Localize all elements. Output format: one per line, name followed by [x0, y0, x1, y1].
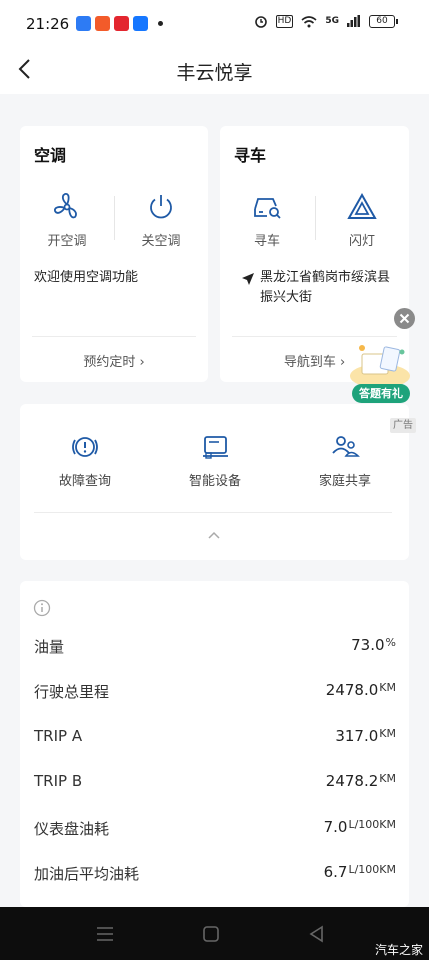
more-notifications-icon [158, 21, 163, 26]
family-icon [332, 436, 360, 457]
location-arrow-icon [242, 273, 254, 285]
app-notification-icon [95, 16, 110, 31]
divider [32, 336, 196, 337]
info-row-avg-consumption: 加油后平均油耗 6.7L/100KM [34, 859, 396, 887]
odometer-unit: KM [379, 681, 396, 694]
info-row-trip-b: TRIP B 2478.2KM [34, 768, 396, 796]
fuel-value: 73.0% [351, 636, 396, 654]
signal-icon [347, 15, 360, 27]
dash-consumption-number: 7.0 [323, 818, 348, 836]
dash-consumption-label: 仪表盘油耗 [34, 820, 110, 838]
status-bar: 21:26 HD 5G 60 [0, 0, 429, 48]
flash-lights-label: 闪灯 [348, 234, 375, 249]
find-car-button[interactable]: 寻车 [227, 192, 307, 249]
app-notification-icon [114, 16, 129, 31]
info-row-dash-consumption: 仪表盘油耗 7.0L/100KM [34, 814, 396, 842]
odometer-label: 行驶总里程 [34, 683, 110, 701]
trip-a-unit: KM [379, 727, 396, 740]
smart-device-button[interactable]: 智能设备 [160, 434, 270, 489]
fuel-unit: % [385, 636, 396, 649]
close-icon [399, 313, 410, 324]
network-label: 5G [325, 16, 339, 26]
fuel-label: 油量 [34, 638, 65, 656]
flash-lights-button[interactable]: 闪灯 [322, 192, 402, 249]
power-icon [150, 195, 172, 219]
fan-icon [54, 193, 77, 219]
odometer-value: 2478.0KM [326, 681, 396, 699]
alipay-icon [133, 16, 148, 31]
car-address: 黑龙江省鹤岗市绥滨县振兴大街 [260, 270, 391, 305]
ad-badge: 广告 [390, 418, 416, 433]
app-header: 丰云悦享 [0, 48, 429, 94]
find-car-label: 寻车 [253, 234, 280, 249]
avg-consumption-label: 加油后平均油耗 [34, 865, 140, 883]
back-nav-icon[interactable] [306, 923, 328, 945]
ac-off-button[interactable]: 关空调 [121, 192, 201, 249]
info-row-fuel: 油量 73.0% [34, 632, 396, 660]
divider [114, 196, 115, 240]
wifi-icon [301, 15, 317, 27]
notification-icons [76, 16, 163, 31]
divider [34, 512, 392, 513]
app-notification-icon [76, 16, 91, 31]
smart-device-label: 智能设备 [188, 474, 241, 489]
ac-off-label: 关空调 [141, 234, 181, 249]
ac-on-button[interactable]: 开空调 [27, 192, 107, 249]
dash-consumption-value: 7.0L/100KM [324, 818, 396, 836]
status-time: 21:26 [26, 15, 70, 33]
fault-query-button[interactable]: 故障查询 [30, 434, 140, 489]
fuel-number: 73.0 [351, 636, 385, 654]
ac-card: 空调 开空调 关空调 欢迎使用空调功能 预约定时 › [20, 126, 208, 382]
avg-consumption-unit: L/100KM [348, 863, 396, 876]
hd-icon: HD [275, 14, 294, 28]
info-icon[interactable] [33, 599, 51, 617]
watermark: 汽车之家 [374, 943, 423, 957]
car-search-icon [254, 198, 281, 219]
menu-icon[interactable] [94, 923, 116, 945]
alarm-icon [254, 16, 267, 28]
avg-consumption-number: 6.7 [323, 863, 348, 881]
avg-consumption-value: 6.7L/100KM [324, 863, 396, 881]
ac-schedule-label: 预约定时 [83, 355, 136, 370]
home-icon[interactable] [200, 923, 222, 945]
trip-b-label: TRIP B [34, 772, 83, 790]
device-icon [203, 436, 228, 459]
trip-a-value: 317.0KM [335, 727, 396, 745]
divider [315, 196, 316, 240]
hazard-icon [347, 192, 377, 219]
page-title: 丰云悦享 [176, 62, 253, 84]
gift-illustration-icon [350, 345, 410, 388]
dash-consumption-unit: L/100KM [348, 818, 396, 831]
ac-message: 欢迎使用空调功能 [34, 270, 139, 285]
divider [232, 336, 397, 337]
trip-a-label: TRIP A [34, 727, 83, 745]
close-promo-button[interactable] [394, 308, 415, 329]
trip-a-number: 317.0 [335, 727, 379, 745]
ac-schedule-link[interactable]: 预约定时 › [20, 351, 208, 370]
trip-b-value: 2478.2KM [326, 772, 396, 790]
info-row-trip-a: TRIP A 317.0KM [34, 723, 396, 751]
find-car-card-title: 寻车 [234, 146, 267, 165]
ac-on-label: 开空调 [47, 234, 87, 249]
navigate-to-car-label: 导航到车 [283, 355, 336, 370]
system-nav-bar: 汽车之家 [0, 907, 429, 960]
odometer-number: 2478.0 [325, 681, 379, 699]
promo-label: 答题有礼 [352, 384, 410, 403]
family-share-button[interactable]: 家庭共享 [290, 434, 400, 489]
family-share-label: 家庭共享 [318, 474, 371, 489]
trip-b-unit: KM [379, 772, 396, 785]
trip-b-number: 2478.2 [325, 772, 379, 790]
fault-query-label: 故障查询 [58, 474, 111, 489]
features-card: 故障查询 智能设备 家庭共享 [20, 404, 409, 560]
fault-icon [72, 437, 98, 457]
info-row-odometer: 行驶总里程 2478.0KM [34, 677, 396, 705]
quiz-promo[interactable]: 答题有礼 [342, 340, 418, 406]
status-indicators: HD 5G 60 [254, 14, 398, 28]
chevron-up-icon[interactable] [207, 530, 221, 540]
battery-icon: 60 [369, 14, 398, 28]
ac-card-title: 空调 [34, 146, 67, 165]
chevron-right-icon: › [135, 355, 145, 370]
